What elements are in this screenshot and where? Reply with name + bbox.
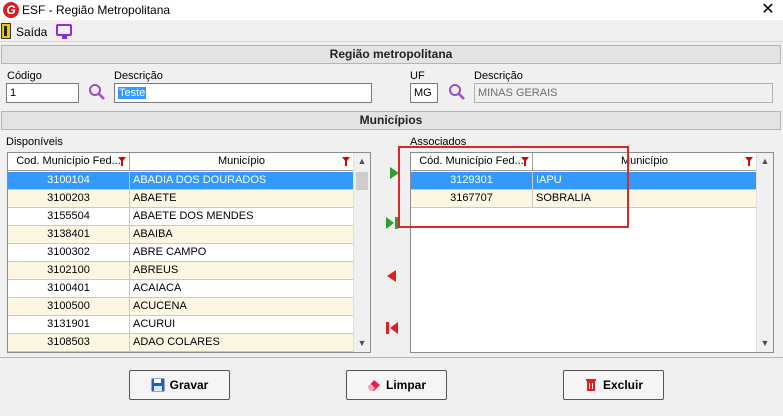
descricao-value: Teste <box>118 87 147 99</box>
delete-button[interactable]: Excluir <box>563 370 664 400</box>
table-row[interactable]: 3100401 ACAIACA <box>8 280 354 298</box>
save-disk-icon <box>151 378 165 392</box>
exit-door-icon[interactable] <box>1 23 11 39</box>
delete-button-label: Excluir <box>602 378 644 392</box>
column-header-label: Cod. Município Fed... <box>16 155 121 167</box>
scroll-up-icon[interactable]: ▲ <box>757 153 773 170</box>
municipio-code-cell: 3108503 <box>8 334 130 352</box>
scroll-thumb[interactable] <box>356 172 368 190</box>
municipio-code-cell: 3155504 <box>8 208 130 226</box>
uf-descricao-field: MINAS GERAIS <box>474 83 773 103</box>
codigo-label: Código <box>7 70 42 82</box>
scrollbar[interactable]: ▲ ▼ <box>353 153 370 352</box>
remove-arrow-icon[interactable] <box>384 268 400 284</box>
save-button[interactable]: Gravar <box>129 370 230 400</box>
region-section-header: Região metropolitana <box>1 45 781 64</box>
municipio-name-cell: ABRE CAMPO <box>130 244 354 262</box>
clear-button[interactable]: Limpar <box>346 370 447 400</box>
municipio-code-cell: 3100104 <box>8 172 130 190</box>
municipio-name-cell: ABADIA DOS DOURADOS <box>130 172 354 190</box>
table-row[interactable]: 3102100 ABREUS <box>8 262 354 280</box>
table-row[interactable]: 3100104 ABADIA DOS DOURADOS <box>8 172 354 190</box>
scroll-down-icon[interactable]: ▼ <box>354 335 370 352</box>
municipio-name-cell: ABREUS <box>130 262 354 280</box>
toolbar <box>0 20 783 42</box>
filter-icon[interactable] <box>745 157 753 166</box>
table-row[interactable]: 3131901 ACURUI <box>8 316 354 334</box>
remove-all-arrow-icon[interactable] <box>384 320 400 336</box>
table-row[interactable]: 3138401 ABAIBA <box>8 226 354 244</box>
scroll-up-icon[interactable]: ▲ <box>354 153 370 170</box>
municipio-code-cell: 3131901 <box>8 316 130 334</box>
municipio-name-cell: ABAETE DOS MENDES <box>130 208 354 226</box>
uf-label: UF <box>410 70 425 82</box>
municipios-section-header: Municípios <box>1 111 781 130</box>
eraser-icon <box>367 380 380 391</box>
municipio-code-cell: 3138401 <box>8 226 130 244</box>
uf-descricao-label: Descrição <box>474 70 523 82</box>
table-row[interactable]: 3155504 ABAETE DOS MENDES <box>8 208 354 226</box>
table-row[interactable]: 3100500 ACUCENA <box>8 298 354 316</box>
municipio-name-cell: ACURUI <box>130 316 354 334</box>
municipio-code-cell: 3100401 <box>8 280 130 298</box>
search-icon[interactable] <box>88 83 106 101</box>
table-row[interactable]: 3100302 ABRE CAMPO <box>8 244 354 262</box>
filter-icon[interactable] <box>342 157 350 166</box>
grid-header: Cod. Município Fed... Município <box>8 153 354 171</box>
clear-button-label: Limpar <box>385 378 426 392</box>
trash-icon <box>585 379 596 391</box>
close-icon[interactable]: ✕ <box>755 0 781 20</box>
highlight-box <box>398 146 629 228</box>
uf-field[interactable]: MG <box>410 83 438 103</box>
save-button-label: Gravar <box>169 378 209 392</box>
descricao-label: Descrição <box>114 70 163 82</box>
grid-body: 3100104 ABADIA DOS DOURADOS 3100203 ABAETE 3… <box>8 172 354 352</box>
search-icon[interactable] <box>448 83 466 101</box>
municipio-code-cell: 3100302 <box>8 244 130 262</box>
municipio-code-cell: 3100500 <box>8 298 130 316</box>
column-header-label: Município <box>217 155 266 167</box>
table-row[interactable]: 3100203 ABAETE <box>8 190 354 208</box>
descricao-field[interactable]: Teste <box>114 83 372 103</box>
column-header-municipio[interactable]: Município <box>130 153 354 171</box>
table-row[interactable]: 3108503 ADAO COLARES <box>8 334 354 352</box>
municipio-name-cell: ABAIBA <box>130 226 354 244</box>
filter-icon[interactable] <box>118 157 126 166</box>
municipio-code-cell: 3100203 <box>8 190 130 208</box>
municipio-name-cell: ACUCENA <box>130 298 354 316</box>
disponiveis-grid[interactable]: Cod. Município Fed... Município 3100104 A… <box>7 152 371 353</box>
exit-button[interactable]: Saída <box>16 25 47 39</box>
app-logo-icon: G <box>3 2 19 18</box>
municipio-name-cell: ACAIACA <box>130 280 354 298</box>
municipio-code-cell: 3102100 <box>8 262 130 280</box>
disponiveis-label: Disponíveis <box>6 136 63 148</box>
municipio-name-cell: ABAETE <box>130 190 354 208</box>
municipio-name-cell: ADAO COLARES <box>130 334 354 352</box>
codigo-field[interactable]: 1 <box>6 83 79 103</box>
window-title: ESF - Região Metropolitana <box>22 3 171 17</box>
scroll-down-icon[interactable]: ▼ <box>757 335 773 352</box>
column-header-code[interactable]: Cod. Município Fed... <box>8 153 130 171</box>
screen-icon[interactable] <box>56 24 72 39</box>
scrollbar[interactable]: ▲ ▼ <box>756 153 773 352</box>
